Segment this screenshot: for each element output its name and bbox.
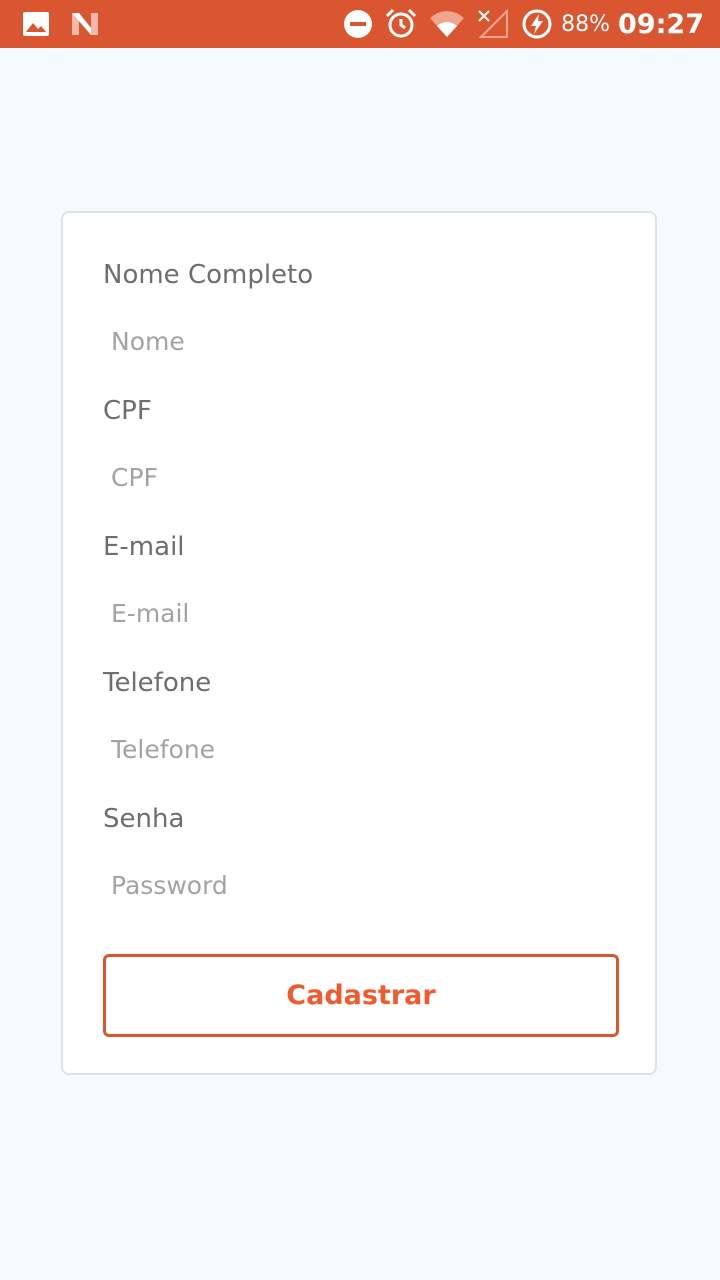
phone-label: Telefone bbox=[103, 668, 212, 698]
image-icon bbox=[22, 11, 50, 37]
register-button[interactable]: Cadastrar bbox=[103, 954, 619, 1037]
battery-charging-icon bbox=[521, 8, 553, 40]
wifi-icon bbox=[429, 10, 465, 38]
status-bar-right: 88% 09:27 bbox=[331, 0, 704, 48]
signup-card: Nome Completo CPF E-mail Telefone Senha … bbox=[61, 211, 657, 1075]
do-not-disturb-icon bbox=[343, 9, 373, 39]
phone-input[interactable] bbox=[103, 725, 617, 773]
n-logo-icon bbox=[70, 11, 100, 37]
password-input[interactable] bbox=[103, 861, 617, 909]
no-signal-icon bbox=[477, 9, 509, 39]
name-input[interactable] bbox=[103, 317, 617, 365]
battery-percent: 88% bbox=[561, 11, 611, 37]
email-input[interactable] bbox=[103, 589, 617, 637]
cpf-input[interactable] bbox=[103, 453, 617, 501]
cpf-label: CPF bbox=[103, 396, 152, 426]
alarm-icon bbox=[385, 8, 417, 40]
status-bar: 88% 09:27 bbox=[0, 0, 720, 48]
password-label: Senha bbox=[103, 804, 185, 834]
clock: 09:27 bbox=[618, 8, 704, 40]
email-label: E-mail bbox=[103, 532, 185, 562]
name-label: Nome Completo bbox=[103, 260, 314, 290]
status-bar-left bbox=[22, 0, 120, 48]
